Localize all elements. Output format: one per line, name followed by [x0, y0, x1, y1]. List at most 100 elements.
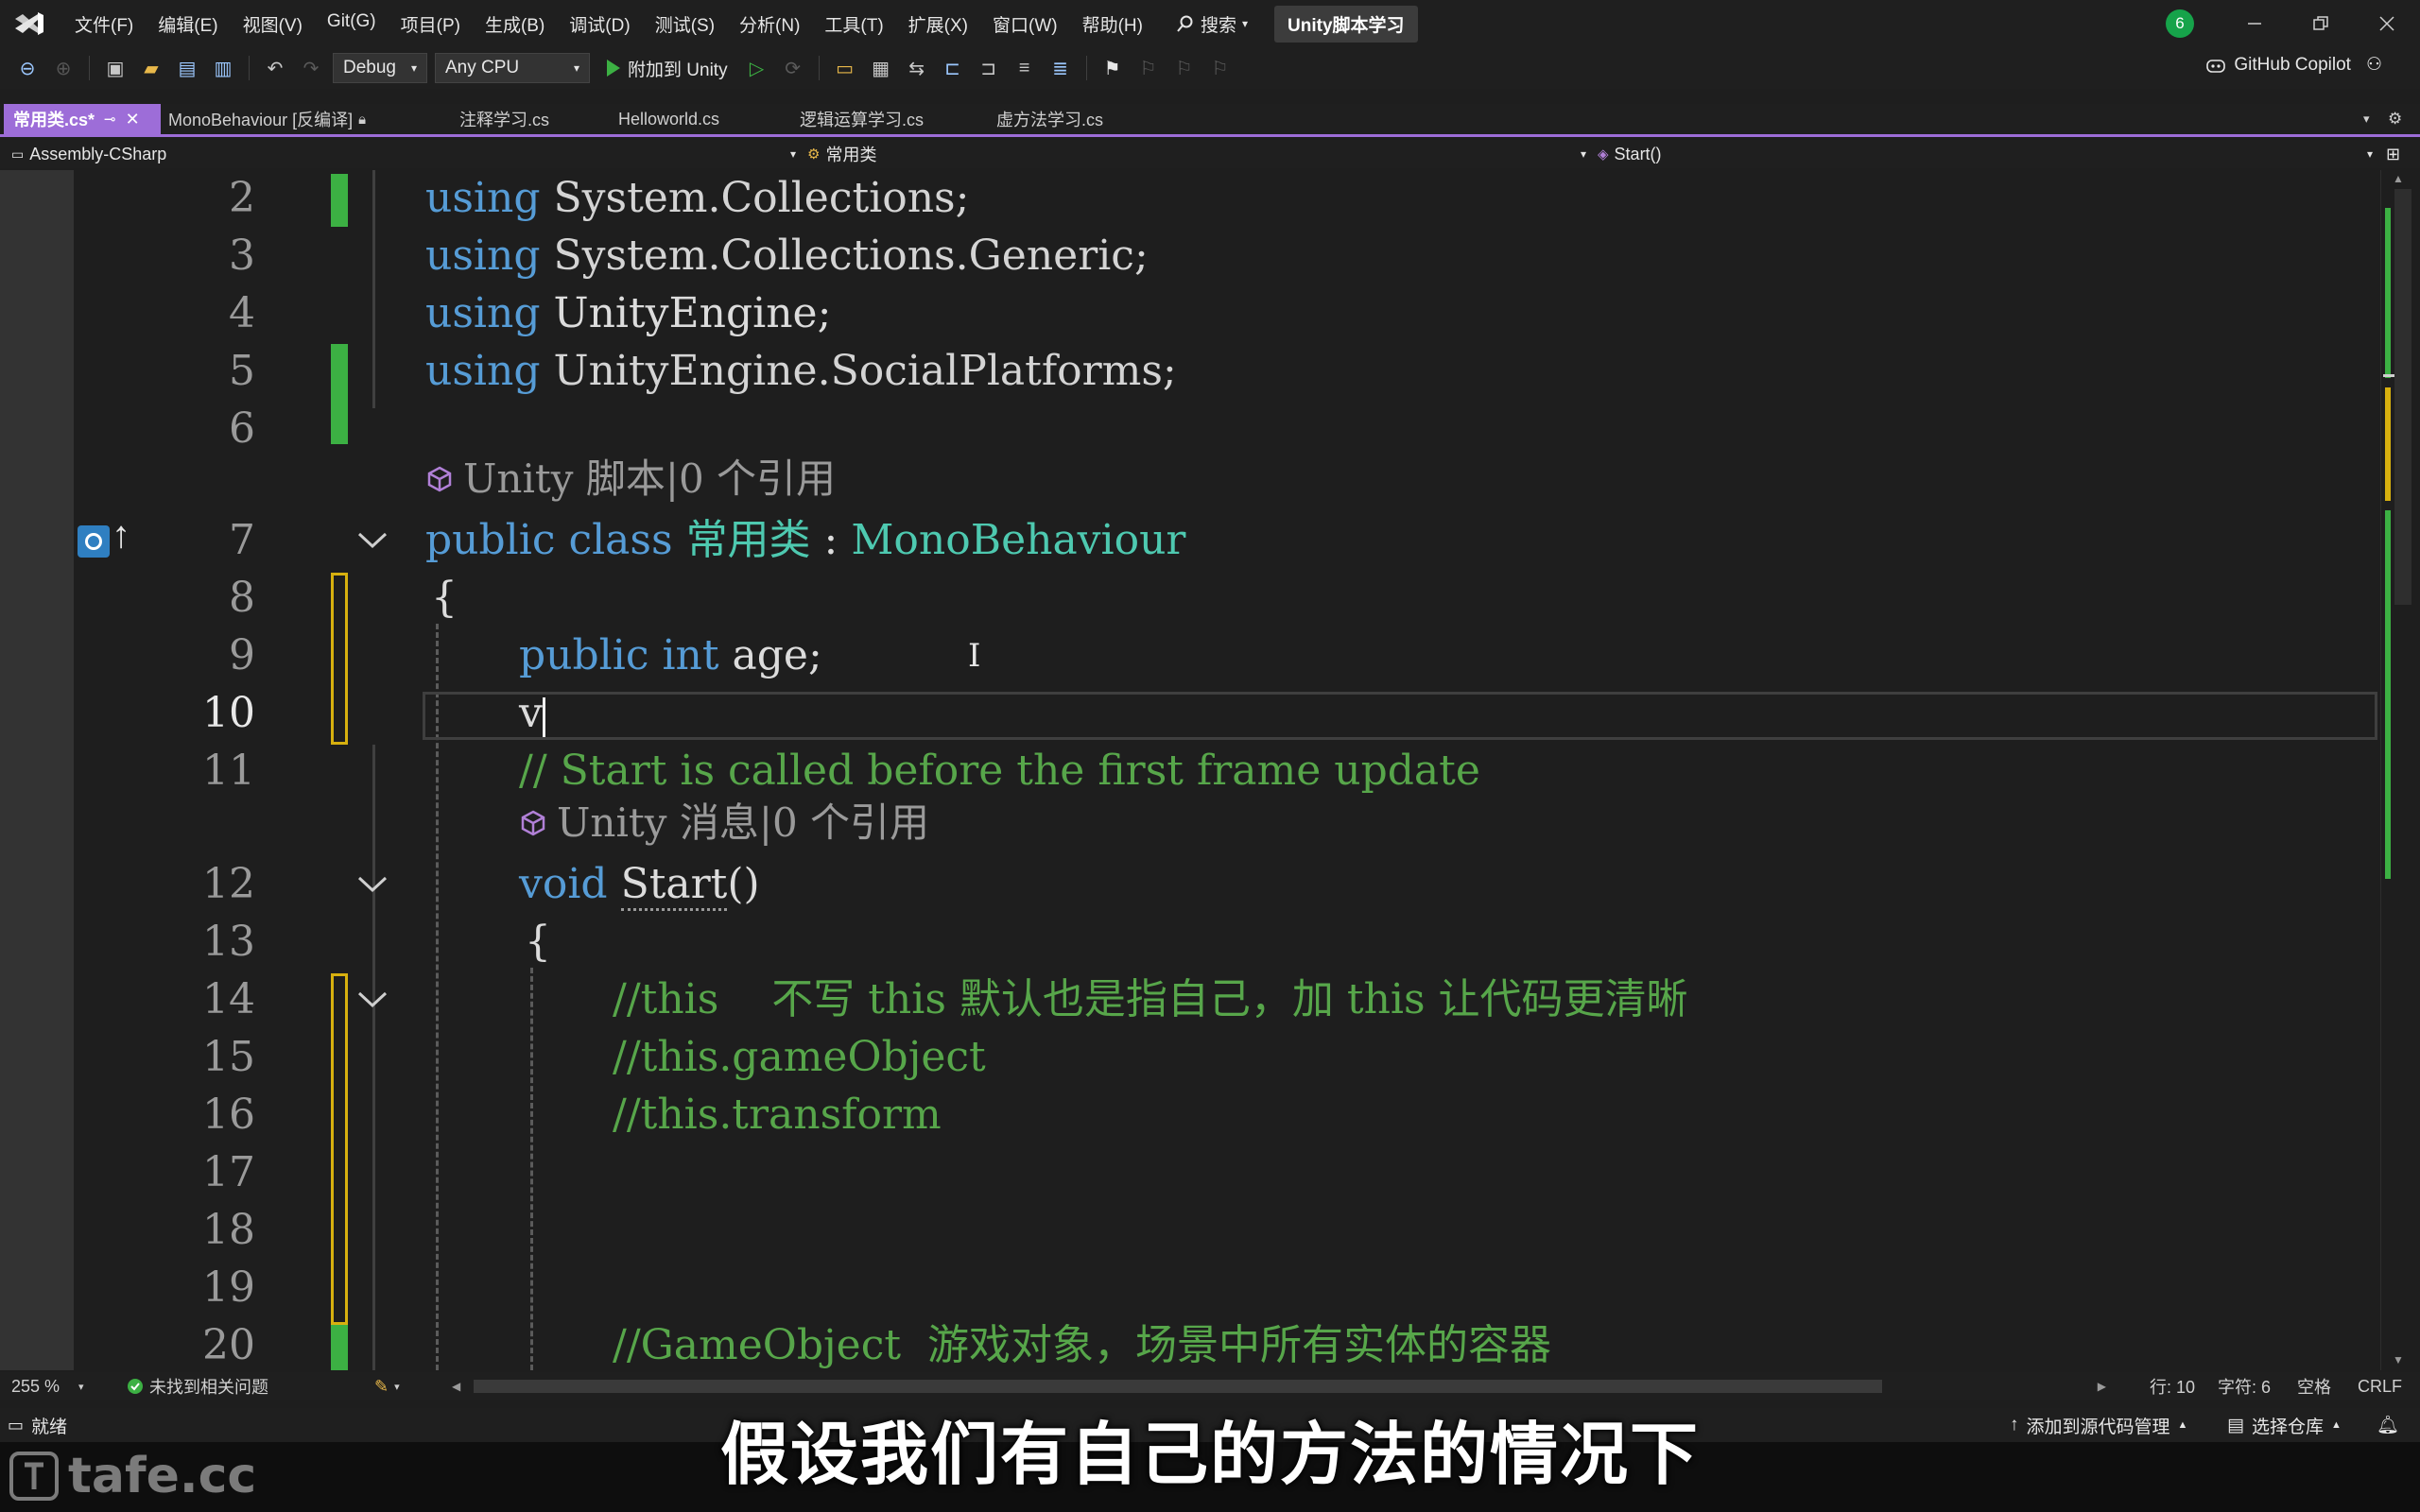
member-dropdown[interactable]: ◈ Start() ▾ — [1598, 140, 2373, 168]
pin-icon[interactable]: ⊸ — [104, 111, 116, 128]
unity-cube-icon — [427, 466, 452, 492]
scroll-thumb[interactable] — [2394, 189, 2411, 605]
base-class: MonoBehaviour — [851, 516, 1186, 564]
vertical-scrollbar[interactable]: ▲ ▼ — [2380, 170, 2420, 1370]
menu-project[interactable]: 项目(P) — [389, 11, 473, 37]
code-comment: // Start is called before the first fram… — [519, 747, 1480, 795]
menu-git[interactable]: Git(G) — [315, 11, 389, 37]
tab-zhushi[interactable]: 注释学习.cs — [450, 104, 559, 134]
zoom-select[interactable]: 255 % ▾ — [11, 1372, 84, 1400]
indent-icon[interactable]: ≡ — [1011, 54, 1039, 82]
menu-edit[interactable]: 编辑(E) — [146, 11, 230, 37]
scroll-up-arrow[interactable]: ▲ — [2393, 172, 2404, 185]
menu-window[interactable]: 窗口(W) — [980, 11, 1070, 37]
window-layout-icon[interactable]: ▦ — [867, 54, 895, 82]
scroll-right-arrow[interactable]: ▶ — [2098, 1380, 2106, 1393]
codelens-text: Unity 消息|0 个引用 — [557, 799, 930, 846]
solution-name-badge[interactable]: Unity脚本学习 — [1274, 5, 1418, 43]
codelens-class[interactable]: Unity 脚本|0 个引用 — [425, 454, 836, 505]
menu-file[interactable]: 文件(F) — [62, 11, 146, 37]
code-cleanup-button[interactable]: ✎ ▾ — [374, 1372, 400, 1400]
line-number: 5 — [229, 347, 255, 395]
menu-tools[interactable]: 工具(T) — [812, 11, 895, 37]
code-text[interactable]: v — [519, 685, 543, 742]
split-editor-button[interactable]: ⊞ — [2386, 140, 2400, 168]
collapse-chevron-icon[interactable] — [355, 971, 389, 1028]
toolbar-separator — [818, 56, 820, 80]
type-dropdown[interactable]: ⚙ 常用类 ▾ — [807, 140, 1586, 168]
format-icon[interactable]: ⇆ — [903, 54, 931, 82]
horizontal-scrollbar[interactable]: ◀ ▶ — [452, 1372, 2106, 1400]
start-without-debugging-icon[interactable]: ▷ — [743, 54, 771, 82]
open-folder-icon[interactable]: ▰ — [137, 54, 165, 82]
code-editor[interactable]: 2 using System.Collections; 3 using Syst… — [0, 170, 2420, 1370]
save-all-icon[interactable]: ▥ — [209, 54, 237, 82]
code-line: 6 — [0, 401, 2382, 457]
unity-script-marker-icon[interactable] — [78, 525, 110, 558]
menu-bar: 文件(F) 编辑(E) 视图(V) Git(G) 项目(P) 生成(B) 调试(… — [62, 11, 1155, 37]
search-button[interactable]: 搜索 ▾ — [1167, 11, 1257, 37]
navigate-forward-icon[interactable]: ⊕ — [49, 54, 78, 82]
play-icon — [607, 60, 620, 77]
line-number: 17 — [202, 1148, 255, 1196]
menu-extensions[interactable]: 扩展(X) — [896, 11, 980, 37]
person-icon[interactable]: ⚇ — [2366, 54, 2382, 76]
navigate-back-icon[interactable]: ⊖ — [13, 54, 42, 82]
menu-debug[interactable]: 调试(D) — [557, 11, 642, 37]
tab-changyonglei[interactable]: 常用类.cs* ⊸ ✕ — [4, 104, 161, 134]
previous-bookmark-icon[interactable]: ⚐ — [1134, 54, 1163, 82]
close-tab-icon[interactable]: ✕ — [126, 110, 140, 129]
menu-test[interactable]: 测试(S) — [643, 11, 727, 37]
attach-to-unity-button[interactable]: 附加到 Unity — [597, 56, 735, 81]
tab-xufangfa[interactable]: 虚方法学习.cs — [987, 104, 1113, 134]
bookmark-icon[interactable]: ⚑ — [1098, 54, 1127, 82]
outdent-icon[interactable]: ≣ — [1046, 54, 1075, 82]
clear-bookmarks-icon[interactable]: ⚐ — [1206, 54, 1235, 82]
indent-indicator[interactable]: 空格 — [2297, 1372, 2331, 1400]
keyword: using — [425, 174, 541, 222]
column-indicator[interactable]: 字符: 6 — [2218, 1372, 2271, 1400]
notification-badge[interactable]: 6 — [2166, 9, 2194, 38]
menu-analyze[interactable]: 分析(N) — [727, 11, 812, 37]
configuration-select[interactable]: Debug ▾ — [333, 53, 427, 83]
scroll-down-arrow[interactable]: ▼ — [2393, 1353, 2404, 1366]
tab-luoji[interactable]: 逻辑运算学习.cs — [790, 104, 933, 134]
undo-icon[interactable]: ↶ — [261, 54, 289, 82]
comment-icon[interactable]: ⊏ — [939, 54, 967, 82]
github-copilot-button[interactable]: GitHub Copilot ⚇ — [2205, 54, 2382, 76]
save-icon[interactable]: ▤ — [173, 54, 201, 82]
line-number: 3 — [229, 232, 255, 280]
hot-reload-icon[interactable]: ⟳ — [779, 54, 807, 82]
watermark-logo-icon — [9, 1452, 59, 1501]
line-indicator[interactable]: 行: 10 — [2150, 1372, 2195, 1400]
new-project-icon[interactable]: ▣ — [101, 54, 130, 82]
method-icon: ◈ — [1598, 146, 1609, 163]
platform-select[interactable]: Any CPU ▾ — [435, 53, 590, 83]
close-button[interactable] — [2354, 0, 2420, 47]
collapse-chevron-icon[interactable] — [355, 512, 389, 569]
tab-helloworld[interactable]: Helloworld.cs — [609, 104, 729, 134]
redo-icon[interactable]: ↷ — [297, 54, 325, 82]
codelens-method[interactable]: Unity 消息|0 个引用 — [519, 798, 929, 849]
keyword: using — [425, 232, 541, 280]
tab-settings[interactable]: ⚙ — [2388, 104, 2402, 134]
project-dropdown[interactable]: ▭ Assembly-CSharp ▾ — [11, 140, 796, 168]
menu-help[interactable]: 帮助(H) — [1070, 11, 1155, 37]
menu-view[interactable]: 视图(V) — [231, 11, 315, 37]
tab-list-dropdown[interactable]: ▾ — [2363, 104, 2370, 134]
folder-view-icon[interactable]: ▭ — [831, 54, 859, 82]
menu-build[interactable]: 生成(B) — [473, 11, 557, 37]
tab-monobehaviour[interactable]: MonoBehaviour [反编译] 🔒︎ — [159, 104, 375, 134]
collapse-chevron-icon[interactable] — [355, 856, 389, 913]
line-ending-indicator[interactable]: CRLF — [2358, 1372, 2402, 1400]
toolbar-separator — [89, 56, 90, 80]
restore-button[interactable] — [2288, 0, 2354, 47]
scroll-left-arrow[interactable]: ◀ — [452, 1380, 460, 1393]
next-bookmark-icon[interactable]: ⚐ — [1170, 54, 1199, 82]
split-icon: ⊞ — [2386, 144, 2401, 163]
uncomment-icon[interactable]: ⊐ — [975, 54, 1003, 82]
chevron-down-icon: ▾ — [1242, 17, 1249, 30]
issues-indicator[interactable]: 未找到相关问题 — [127, 1372, 268, 1400]
horizontal-scroll-thumb[interactable] — [474, 1380, 1883, 1393]
minimize-button[interactable] — [2221, 0, 2288, 47]
